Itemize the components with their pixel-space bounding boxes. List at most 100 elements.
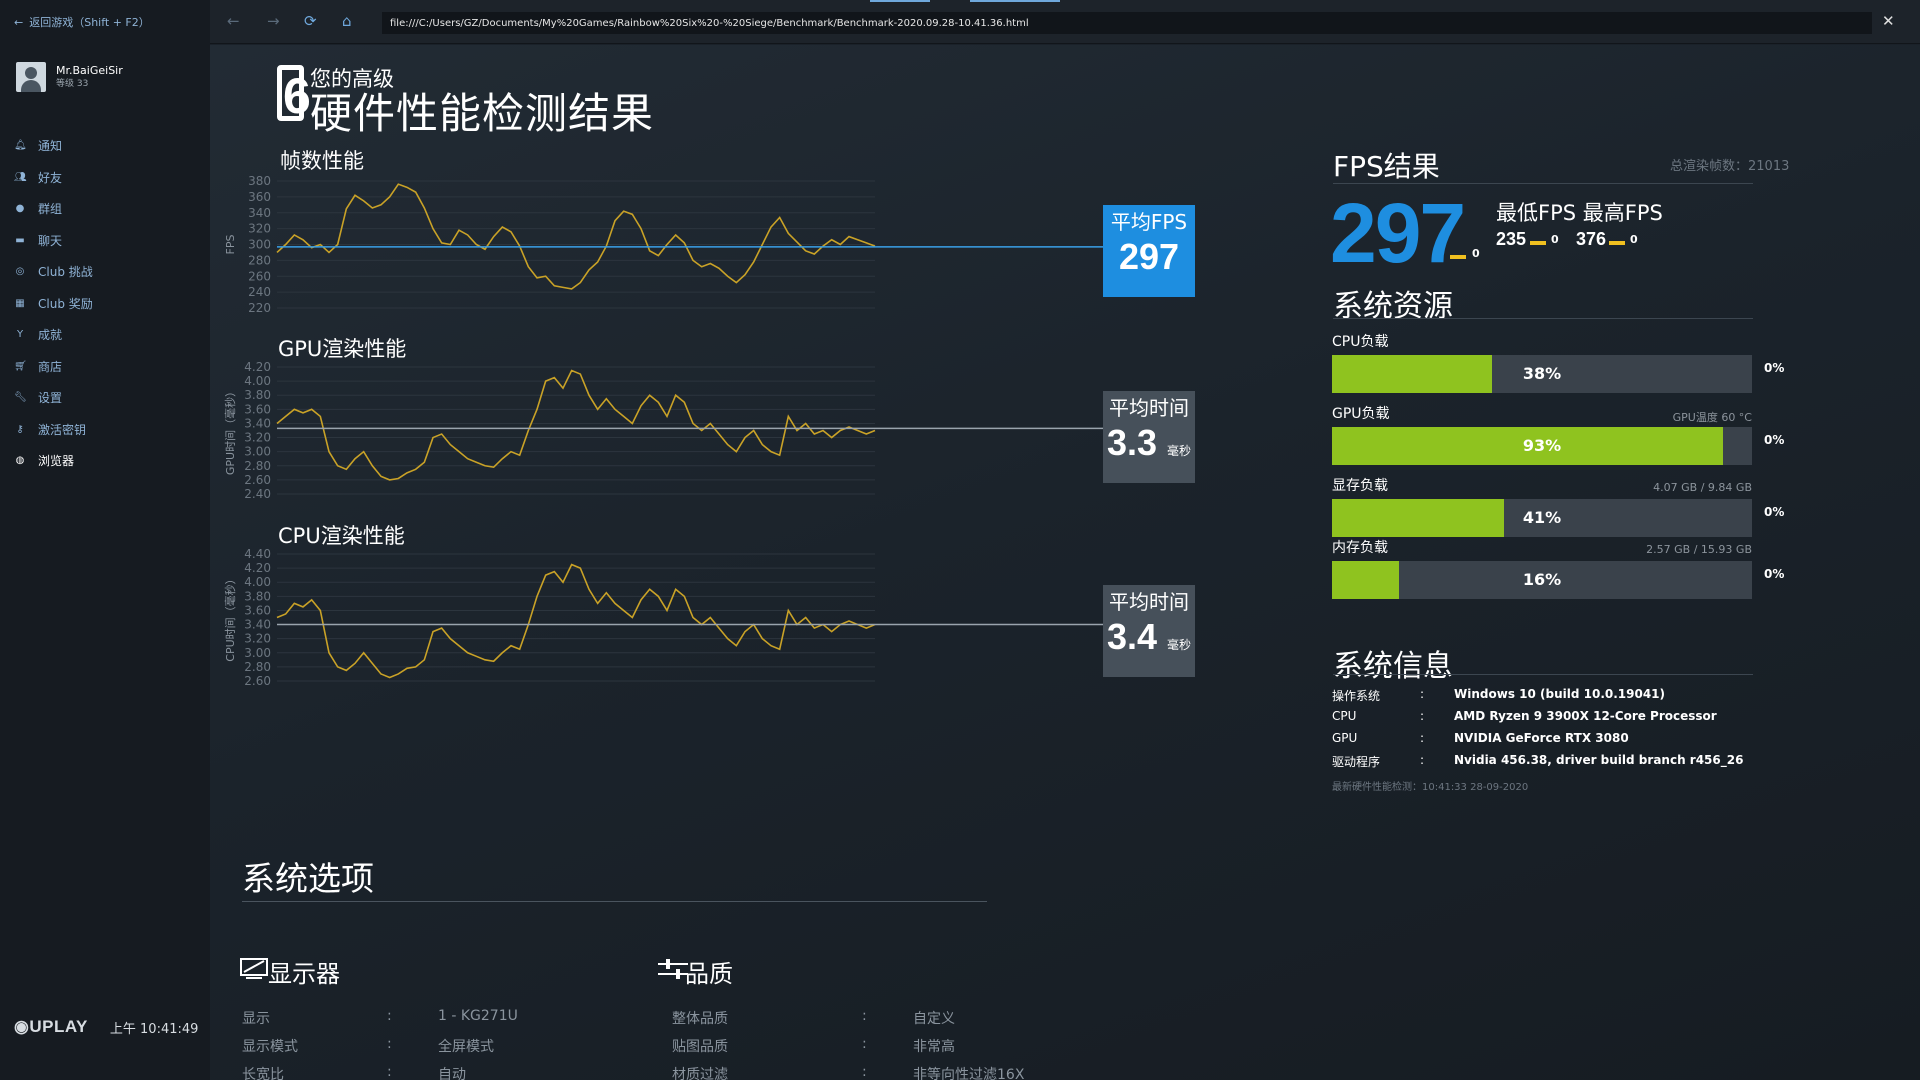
resource-percent: 38% — [1522, 364, 1562, 383]
y-tick-label: 3.60 — [244, 603, 271, 617]
back-to-game-link[interactable]: ← 返回游戏（Shift + F2） — [14, 14, 150, 30]
y-tick-label: 2.80 — [244, 459, 271, 473]
y-tick-label: 3.40 — [244, 416, 271, 430]
y-tick-label: 360 — [248, 190, 271, 204]
y-tick-label: 220 — [248, 301, 271, 315]
tab-indicator — [870, 0, 930, 2]
sidebar-item-settings[interactable]: 🔧︎ 设置 — [14, 382, 204, 414]
resource-zero: 0% — [1764, 361, 1785, 375]
y-tick-label: 4.00 — [244, 575, 271, 589]
min-max-label: 最低FPS 最高FPS — [1496, 201, 1663, 225]
resource-bar: 16% — [1332, 561, 1752, 599]
user-level: 等级 33 — [56, 79, 89, 89]
sidebar-item-shop[interactable]: 🛒︎ 商店 — [14, 351, 204, 383]
resource-zero: 0% — [1764, 433, 1785, 447]
page-title: 硬件性能检测结果 — [310, 89, 655, 138]
sidebar-item-label: 设置 — [38, 391, 63, 406]
avg-fps-marker-value: 0 — [1472, 247, 1480, 260]
series-line — [276, 369, 876, 481]
club-reward-icon: ▦ — [15, 297, 25, 309]
key-icon: ⚷ — [16, 423, 24, 435]
display-section-title: 显示器 — [268, 960, 340, 988]
info-row-driver: 驱动程序: Nvidia 456.38, driver build branch … — [1332, 753, 1744, 769]
cart-icon: 🛒︎ — [14, 360, 27, 372]
home-button[interactable]: ⌂ — [342, 12, 352, 30]
total-frames: 总渲染帧数：21013 — [1670, 159, 1790, 174]
arrow-left-icon: ← — [14, 15, 24, 29]
y-tick-label: 260 — [248, 269, 271, 283]
fps-result-title: FPS结果 — [1333, 150, 1440, 183]
sidebar-item-friends[interactable]: 👥︎ 好友 — [14, 162, 204, 194]
sidebar-item-notifications[interactable]: 🔔︎ 通知 — [14, 130, 204, 162]
benchmark-page: 您的高级 硬件性能检测结果 帧数性能 380360340320300280260… — [210, 45, 1920, 1080]
browser-toolbar: ← → ⟳ ⌂ ✕ — [210, 0, 1920, 44]
max-fps-marker — [1609, 241, 1625, 245]
min-fps-marker-value: 0 — [1551, 233, 1559, 246]
y-tick-label: 3.80 — [244, 388, 271, 402]
resource-bar: 38% — [1332, 355, 1752, 393]
sidebar-item-club-challenges[interactable]: ◎ Club 挑战 — [14, 256, 204, 288]
info-row-cpu: CPU: AMD Ryzen 9 3900X 12-Core Processor — [1332, 709, 1717, 723]
info-key: GPU — [1332, 731, 1358, 745]
cpu-chart: 4.40 4.20 4.00 3.80 3.60 3.40 3.20 3.00 2.80 2.60… — [210, 547, 1110, 702]
sidebar-item-activate-key[interactable]: ⚷ 激活密钥 — [14, 414, 204, 446]
resource-extra: 4.07 GB / 9.84 GB — [1653, 481, 1752, 494]
sidebar-item-achievements[interactable]: Y 成就 — [14, 319, 204, 351]
back-button[interactable]: ← — [227, 12, 240, 30]
max-fps-marker-value: 0 — [1630, 233, 1638, 246]
tab-indicator — [970, 0, 1060, 2]
divider — [1333, 183, 1753, 184]
clock: 上午 10:41:49 — [109, 1021, 199, 1037]
sidebar-item-label: 商店 — [38, 359, 63, 374]
info-value: Nvidia 456.38, driver build branch r456_… — [1454, 753, 1744, 767]
y-tick-label: 240 — [248, 285, 271, 299]
divider — [242, 901, 987, 902]
y-tick-label: 3.20 — [244, 632, 271, 646]
y-tick-label: 380 — [248, 174, 271, 188]
info-value: AMD Ryzen 9 3900X 12-Core Processor — [1454, 709, 1717, 723]
resource-vram: 显存负载 4.07 GB / 9.84 GB 41% 0% — [1332, 477, 1784, 537]
sidebar-item-club-rewards[interactable]: ▦ Club 奖励 — [14, 288, 204, 320]
sidebar-item-label: Club 奖励 — [38, 296, 93, 311]
info-value: Windows 10 (build 10.0.19041) — [1454, 687, 1666, 701]
club-challenge-icon: ◎ — [15, 266, 25, 278]
reload-button[interactable]: ⟳ — [304, 12, 317, 30]
info-row-gpu: GPU: NVIDIA GeForce RTX 3080 — [1332, 731, 1629, 745]
sidebar: ← 返回游戏（Shift + F2） Mr.BaiGeiSir 等级 33 🔔︎… — [0, 0, 210, 1080]
series-line — [276, 183, 876, 290]
url-field[interactable] — [382, 12, 1872, 34]
avatar — [16, 62, 46, 92]
sidebar-item-label: 好友 — [38, 170, 63, 185]
gpu-chart-title: GPU渲染性能 — [278, 337, 407, 361]
sidebar-item-label: 浏览器 — [38, 454, 75, 469]
sidebar-item-label: 群组 — [38, 202, 63, 217]
y-tick-label: 340 — [248, 206, 271, 220]
option-row: 整体品质: 自定义 — [672, 1008, 955, 1027]
y-axis-label: CPU时间（毫秒） — [223, 573, 237, 661]
avg-cpu-label: 平均时间 — [1109, 590, 1189, 614]
sidebar-item-chat[interactable]: ▬ 聊天 — [14, 225, 204, 257]
globe-icon: ◍ — [15, 455, 25, 467]
resource-extra: GPU温度 60 °C — [1672, 411, 1752, 424]
sliders-icon — [658, 957, 688, 985]
user-name: Mr.BaiGeiSir — [56, 64, 123, 77]
fps-chart-title: 帧数性能 — [280, 149, 364, 173]
option-row: 贴图品质: 非常高 — [672, 1036, 955, 1055]
option-row: 材质过滤: 非等向性过滤16X — [672, 1064, 1025, 1080]
y-tick-label: 3.00 — [244, 646, 271, 660]
sidebar-item-browser[interactable]: ◍ 浏览器 — [14, 445, 204, 477]
avg-gpu-time-box: 平均时间 3.3 毫秒 — [1103, 391, 1195, 483]
chat-icon: ▬ — [15, 234, 25, 246]
user-profile[interactable]: Mr.BaiGeiSir 等级 33 — [16, 62, 123, 92]
close-icon[interactable]: ✕ — [1882, 12, 1895, 30]
uplay-footer: ◉UPLAY 上午 10:41:49 — [14, 1017, 198, 1037]
min-fps-marker — [1530, 241, 1546, 245]
forward-button[interactable]: → — [267, 12, 280, 30]
sidebar-item-groups[interactable]: ● 群组 — [14, 193, 204, 225]
friends-icon: 👥︎ — [14, 171, 27, 183]
last-check-timestamp: 最新硬件性能检测：10:41:33 28-09-2020 — [1332, 782, 1529, 793]
y-tick-label: 4.00 — [244, 374, 271, 388]
resource-cpu: CPU负载 38% 0% — [1332, 333, 1784, 393]
avg-fps-box: 平均FPS 297 — [1103, 205, 1195, 297]
y-tick-label: 300 — [248, 238, 271, 252]
